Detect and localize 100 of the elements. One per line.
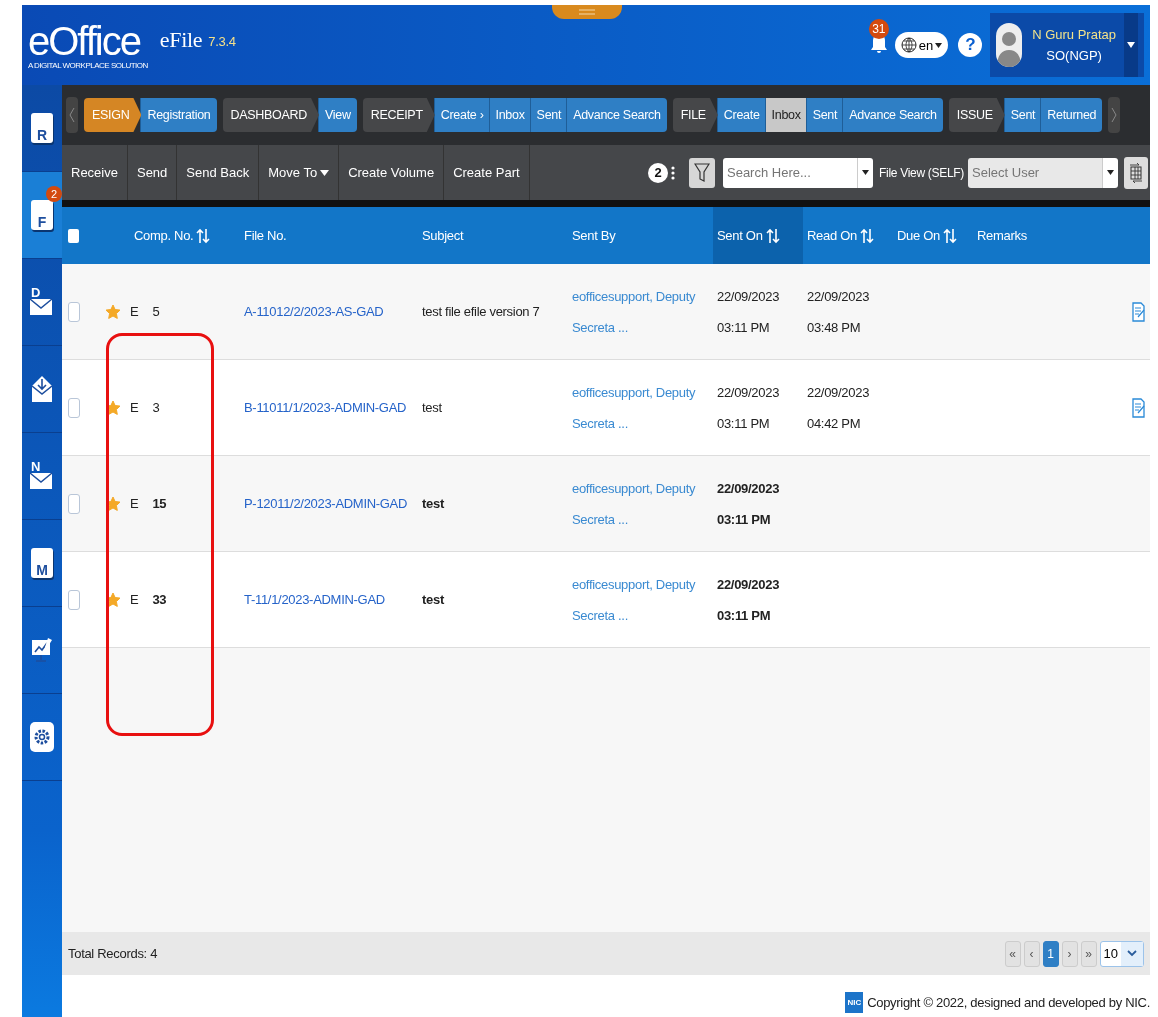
file-view-label: File View (SELF)	[879, 165, 964, 180]
comp-number: 33	[152, 591, 167, 609]
dropdown-button[interactable]	[1102, 157, 1118, 188]
column-header: Subject	[422, 228, 464, 243]
globe-icon	[900, 37, 917, 53]
comp-number: 5	[152, 303, 160, 321]
menu-group-label[interactable]: ISSUE	[948, 98, 1005, 132]
read-on-cell-text: 22/09/2023 03:48 PM	[806, 287, 871, 337]
document-icon: F	[31, 200, 53, 230]
sender-link[interactable]: eofficesupport, Deputy Secreta ...	[568, 472, 713, 535]
filter-button[interactable]	[689, 157, 715, 188]
document-icon: M	[31, 548, 53, 578]
menu-group-label[interactable]: DASHBOARD	[222, 98, 319, 132]
menu-tab[interactable]: Inbox	[488, 98, 531, 132]
column-header: File No.	[244, 228, 287, 243]
subject-cell-text: test	[421, 591, 445, 609]
menu-handle[interactable]	[552, 5, 622, 19]
file-number-link[interactable]: A-11012/2/2023-AS-GAD	[240, 296, 418, 327]
column-header[interactable]: Due On	[897, 228, 940, 243]
column-header[interactable]: Sent On	[717, 228, 763, 243]
sent-on-cell-text: 22/09/2023 03:11 PM	[716, 287, 781, 337]
sort-icon[interactable]	[859, 227, 874, 244]
menu-tab[interactable]: Create ›	[433, 98, 490, 132]
search-field[interactable]: Search Here...	[723, 157, 857, 188]
file-number-link[interactable]: P-12011/2/2023-ADMIN-GAD	[240, 488, 418, 519]
help-button[interactable]: ?	[958, 33, 983, 57]
toolbar-button[interactable]: Send	[127, 145, 178, 200]
menu-tab[interactable]: Sent	[805, 98, 844, 132]
page-button[interactable]: «	[1004, 940, 1021, 967]
envelope-download-icon	[30, 374, 54, 404]
menu-tab[interactable]: Inbox	[764, 98, 807, 132]
menu-tab[interactable]: Sent	[1003, 98, 1042, 132]
document-icon: R	[31, 113, 53, 143]
row-checkbox[interactable]	[68, 397, 80, 418]
note-edit-icon[interactable]	[1132, 397, 1146, 418]
total-records: Total Records: 4	[68, 946, 158, 961]
caret-icon	[862, 170, 869, 175]
select-all-checkbox[interactable]	[68, 228, 79, 243]
menu-tab[interactable]: Returned	[1040, 98, 1103, 132]
note-edit-icon[interactable]	[1132, 301, 1146, 322]
column-header[interactable]: Read On	[807, 228, 857, 243]
caret-icon	[320, 169, 330, 176]
toolbar-button[interactable]: Move To	[259, 145, 340, 200]
star-icon[interactable]	[105, 303, 121, 320]
read-on-cell-text: 22/09/2023 04:42 PM	[806, 383, 871, 433]
logo: eOffice	[28, 20, 142, 61]
column-header[interactable]: Comp. No.	[134, 228, 194, 243]
menu-tab[interactable]: Sent	[529, 98, 568, 132]
chevron-right-icon	[1111, 107, 1118, 123]
copyright-text: Copyright © 2022, designed and developed by NIC.	[867, 994, 1150, 1010]
menu-tab[interactable]: Registration	[140, 98, 217, 132]
column-header: Remarks	[977, 228, 1027, 243]
page-button[interactable]: ›	[1061, 940, 1078, 967]
page-button[interactable]: »	[1080, 940, 1097, 967]
toolbar-button[interactable]: Create Volume	[339, 145, 445, 200]
sent-on-cell-text: 22/09/2023 03:11 PM	[716, 383, 781, 433]
sidebar-item[interactable]: F 2	[22, 172, 62, 259]
column-header: Sent By	[572, 228, 616, 243]
kebab-menu-icon[interactable]	[671, 165, 675, 180]
file-number-link[interactable]: T-11/1/2023-ADMIN-GAD	[240, 584, 418, 615]
menu-tab[interactable]: Advance Search	[566, 98, 667, 132]
sent-on-cell-text: 22/09/2023 03:11 PM	[716, 575, 781, 625]
chart-monitor-icon	[30, 636, 54, 664]
settings-icon	[30, 722, 54, 752]
comp-number: 3	[152, 399, 160, 417]
sender-link[interactable]: eofficesupport, Deputy Secreta ...	[568, 568, 713, 631]
row-checkbox[interactable]	[68, 493, 80, 514]
page-button[interactable]: 1	[1042, 940, 1059, 967]
menu-tab[interactable]: Create	[716, 98, 766, 132]
row-checkbox[interactable]	[68, 301, 80, 322]
page-button[interactable]: ‹	[1023, 940, 1040, 967]
user-menu[interactable]: N Guru Pratap SO(NGP)	[990, 13, 1144, 77]
page-size-select[interactable]: 10	[1099, 940, 1144, 967]
type-code: E	[130, 303, 139, 321]
subject-cell-text: test	[421, 495, 445, 513]
calendar-swap-button[interactable]	[1124, 156, 1148, 189]
menu-group-label[interactable]: FILE	[672, 98, 718, 132]
sender-link[interactable]: eofficesupport, Deputy Secreta ...	[568, 280, 713, 343]
scroll-left-button[interactable]	[66, 97, 78, 133]
scroll-right-button[interactable]	[1108, 97, 1121, 133]
language-selector[interactable]: en	[894, 32, 949, 58]
subject-cell-text: test file efile version 7	[421, 303, 541, 321]
toolbar-button[interactable]: Receive	[62, 145, 128, 200]
menu-tab[interactable]: Advance Search	[842, 98, 943, 132]
toolbar-button[interactable]: Create Part	[444, 145, 530, 200]
comp-number: 15	[152, 495, 167, 513]
chevron-left-icon	[69, 107, 75, 123]
row-checkbox[interactable]	[68, 589, 80, 610]
type-code: E	[130, 399, 139, 417]
sort-icon[interactable]	[943, 227, 957, 244]
menu-group-label[interactable]: RECEIPT	[362, 98, 435, 132]
toolbar-button[interactable]: Send Back	[177, 145, 260, 200]
sort-icon[interactable]	[196, 227, 211, 244]
sender-link[interactable]: eofficesupport, Deputy Secreta ...	[568, 376, 713, 439]
sort-icon[interactable]	[765, 227, 780, 244]
user-select[interactable]: Select User	[968, 157, 1102, 188]
file-number-link[interactable]: B-11011/1/2023-ADMIN-GAD	[240, 392, 418, 423]
type-code: E	[130, 495, 139, 513]
app-version: 7.3.4	[208, 33, 236, 49]
menu-tab[interactable]: View	[318, 98, 357, 132]
